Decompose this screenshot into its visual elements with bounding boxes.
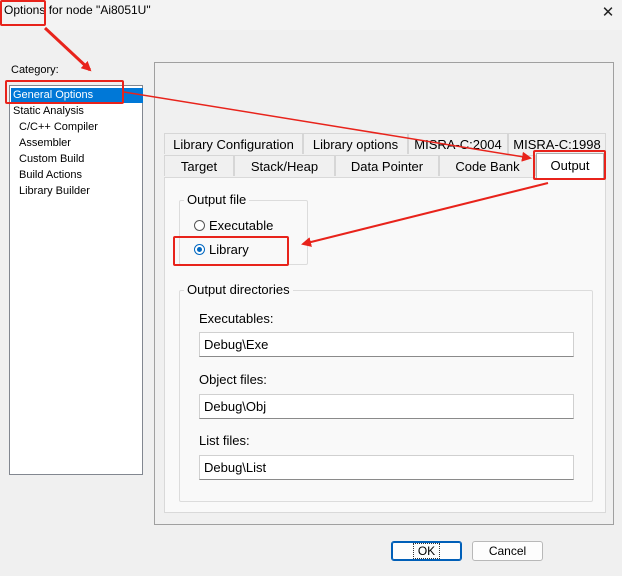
category-item-static-analysis[interactable]: Static Analysis [13,104,84,119]
tab-code-bank[interactable]: Code Bank [439,155,536,176]
tab-output[interactable]: Output [536,153,604,178]
output-file-legend: Output file [184,192,250,207]
category-label: Category: [11,64,59,76]
category-list[interactable]: General Options Static Analysis C/C++ Co… [9,85,143,475]
radio-executable-indicator[interactable] [194,220,205,231]
radio-library[interactable]: Library [194,242,249,257]
category-item-general-options[interactable]: General Options [11,88,143,103]
tab-target[interactable]: Target [164,155,234,176]
radio-library-label: Library [209,242,249,257]
list-files-field[interactable]: Debug\List [199,455,574,480]
executables-label: Executables: [199,311,274,326]
close-icon[interactable]: ✕ [596,0,620,24]
radio-executable[interactable]: Executable [194,218,273,233]
executables-field[interactable]: Debug\Exe [199,332,574,357]
radio-library-indicator[interactable] [194,244,205,255]
window-title: Options for node "Ai8051U" [4,3,151,17]
cancel-button[interactable]: Cancel [472,541,543,561]
category-item-assembler[interactable]: Assembler [19,136,71,151]
output-directories-legend: Output directories [184,282,293,297]
radio-executable-label: Executable [209,218,274,233]
tab-stack-heap[interactable]: Stack/Heap [234,155,335,176]
tab-library-options[interactable]: Library options [303,133,408,154]
category-item-custom-build[interactable]: Custom Build [19,152,84,167]
category-item-library-builder[interactable]: Library Builder [19,184,90,199]
ok-button[interactable]: OK [391,541,462,561]
title-bar: Options for node "Ai8051U" ✕ [0,0,622,30]
tab-misra-c-1998[interactable]: MISRA-C:1998 [508,133,606,154]
object-files-field[interactable]: Debug\Obj [199,394,574,419]
tab-library-configuration[interactable]: Library Configuration [164,133,303,154]
ok-button-label: OK [412,543,441,559]
category-item-build-actions[interactable]: Build Actions [19,168,82,183]
tab-data-pointer[interactable]: Data Pointer [335,155,439,176]
tab-misra-c-2004[interactable]: MISRA-C:2004 [408,133,508,154]
object-files-label: Object files: [199,372,267,387]
category-item-c-cpp-compiler[interactable]: C/C++ Compiler [19,120,98,135]
list-files-label: List files: [199,433,250,448]
